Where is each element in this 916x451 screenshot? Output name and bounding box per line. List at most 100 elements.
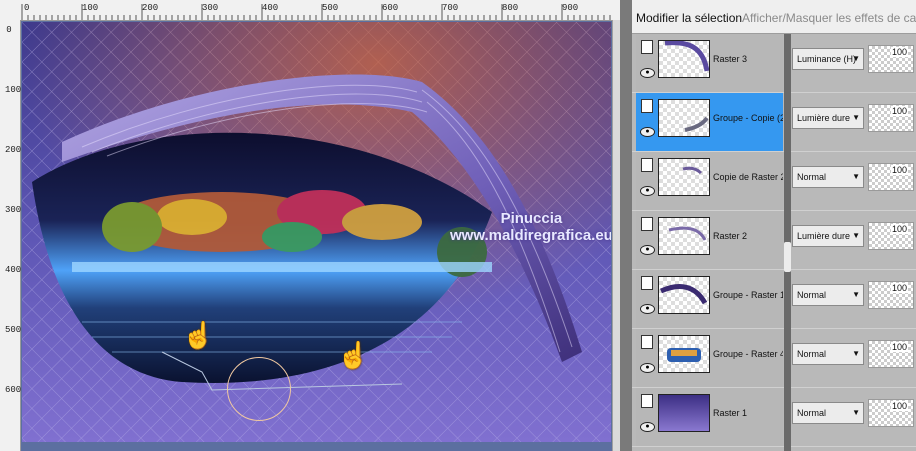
layer-thumbnail	[658, 99, 710, 137]
selection-circle[interactable]	[227, 357, 291, 421]
opacity-value: 100	[891, 165, 909, 175]
ruler-ticks	[21, 4, 611, 20]
layer-row[interactable]: ● Groupe - Copie (2) Lumière dure ▼ 100	[632, 93, 916, 152]
layers-scrollbar[interactable]	[784, 34, 791, 451]
blend-mode-value: Lumière dure	[797, 113, 851, 123]
blend-mode-dropdown[interactable]: Lumière dure ▼	[792, 225, 864, 247]
ruler-label: 600	[5, 385, 22, 395]
layer-page-icon	[641, 394, 653, 408]
layer-page-icon	[641, 158, 653, 172]
layer-thumbnail	[658, 217, 710, 255]
layers-list: ● Raster 3 Luminance (H) ▼ 100 ● Groupe …	[632, 34, 916, 447]
image-canvas[interactable]: Pinuccia www.maldiregrafica.eu ☝ ☝	[22, 22, 611, 442]
layer-name: Groupe - Copie (2)	[713, 113, 783, 123]
layer-name: Copie de Raster 2	[713, 172, 783, 182]
chevron-down-icon: ▼	[852, 113, 860, 122]
eye-icon[interactable]: ●	[640, 186, 655, 196]
eye-icon[interactable]: ●	[640, 68, 655, 78]
layer-page-icon	[641, 217, 653, 231]
scrollbar-handle[interactable]	[784, 242, 791, 272]
opacity-field[interactable]: 100	[868, 222, 914, 250]
layer-name-area[interactable]: ● Raster 1	[636, 388, 783, 446]
chevron-down-icon: ▼	[852, 349, 860, 358]
opacity-value: 100	[891, 342, 909, 352]
blend-mode-value: Luminance (H)	[797, 54, 857, 64]
blend-mode-dropdown[interactable]: Normal ▼	[792, 166, 864, 188]
layer-row[interactable]: ● Raster 2 Lumière dure ▼ 100	[632, 211, 916, 270]
opacity-value: 100	[891, 283, 909, 293]
chevron-down-icon: ▼	[852, 172, 860, 181]
chevron-down-icon: ▼	[852, 290, 860, 299]
layers-panel: Modifier la sélection Afficher/Masquer l…	[632, 0, 916, 451]
layer-row[interactable]: ● Raster 3 Luminance (H) ▼ 100	[632, 34, 916, 93]
chevron-down-icon: ▼	[852, 231, 860, 240]
pointing-hand-icon: ☝	[337, 340, 370, 370]
opacity-value: 100	[891, 224, 909, 234]
opacity-value: 100	[891, 106, 909, 116]
layer-row[interactable]: ● Groupe - Raster 1 Normal ▼ 100	[632, 270, 916, 329]
layer-row[interactable]: ● Raster 1 Normal ▼ 100	[632, 388, 916, 447]
blend-mode-dropdown[interactable]: Normal ▼	[792, 343, 864, 365]
layer-row[interactable]: ● Groupe - Raster 4 Normal ▼ 100	[632, 329, 916, 388]
layer-name: Raster 2	[713, 231, 748, 241]
layer-thumbnail	[658, 158, 710, 196]
layer-page-icon	[641, 40, 653, 54]
opacity-field[interactable]: 100	[868, 281, 914, 309]
eye-icon[interactable]: ●	[640, 127, 655, 137]
ruler-label: 400	[5, 265, 22, 275]
layer-name: Groupe - Raster 1	[713, 290, 783, 300]
ruler-label: 0	[6, 25, 12, 35]
blend-mode-value: Normal	[797, 290, 827, 300]
layer-name-area[interactable]: ● Raster 2	[636, 211, 783, 269]
blend-mode-value: Normal	[797, 349, 827, 359]
edit-selection-button[interactable]: Modifier la sélection	[636, 11, 742, 25]
layer-thumbnail	[658, 394, 710, 432]
vertical-ruler: 0 100 200 300 400 500 600	[0, 20, 21, 451]
opacity-field[interactable]: 100	[868, 399, 914, 427]
blend-mode-value: Lumière dure	[797, 231, 851, 241]
layer-name-area[interactable]: ● Groupe - Copie (2)	[636, 93, 783, 151]
panel-splitter[interactable]	[620, 0, 632, 451]
blend-mode-value: Normal	[797, 408, 827, 418]
opacity-field[interactable]: 100	[868, 104, 914, 132]
layer-page-icon	[641, 276, 653, 290]
layer-name-area[interactable]: ● Groupe - Raster 1	[636, 270, 783, 328]
layers-panel-header: Modifier la sélection Afficher/Masquer l…	[632, 0, 916, 34]
eye-icon[interactable]: ●	[640, 245, 655, 255]
layer-name-area[interactable]: ● Raster 3	[636, 34, 783, 92]
layer-page-icon	[641, 335, 653, 349]
opacity-field[interactable]: 100	[868, 340, 914, 368]
layer-name-area[interactable]: ● Copie de Raster 2	[636, 152, 783, 210]
eye-icon[interactable]: ●	[640, 363, 655, 373]
canvas-area[interactable]: 0 100 200 300 400 500 600 700 800 900 0 …	[0, 0, 621, 451]
toggle-layer-effects-button[interactable]: Afficher/Masquer les effets de calque	[742, 11, 916, 25]
chevron-down-icon: ▼	[852, 408, 860, 417]
layer-row[interactable]: ● Copie de Raster 2 Normal ▼ 100	[632, 152, 916, 211]
opacity-field[interactable]: 100	[868, 163, 914, 191]
blend-mode-dropdown[interactable]: Lumière dure ▼	[792, 107, 864, 129]
watermark-line-1: Pinuccia	[500, 210, 563, 227]
ruler-label: 300	[5, 205, 22, 215]
opacity-value: 100	[891, 401, 909, 411]
blend-mode-dropdown[interactable]: Normal ▼	[792, 402, 864, 424]
eye-icon[interactable]: ●	[640, 422, 655, 432]
ruler-label: 200	[5, 145, 22, 155]
pointing-hand-icon: ☝	[182, 320, 215, 350]
blend-mode-dropdown[interactable]: Normal ▼	[792, 284, 864, 306]
chevron-down-icon: ▼	[852, 54, 860, 63]
layer-thumbnail	[658, 276, 710, 314]
opacity-field[interactable]: 100	[868, 45, 914, 73]
blend-mode-dropdown[interactable]: Luminance (H) ▼	[792, 48, 864, 70]
opacity-value: 100	[891, 47, 909, 57]
eye-icon[interactable]: ●	[640, 304, 655, 314]
watermark-line-2: www.maldiregrafica.eu	[450, 227, 611, 244]
layer-name: Groupe - Raster 4	[713, 349, 783, 359]
layer-name: Raster 3	[713, 54, 748, 64]
watermark: Pinuccia www.maldiregrafica.eu	[450, 210, 611, 244]
layer-name-area[interactable]: ● Groupe - Raster 4	[636, 329, 783, 387]
layer-thumbnail	[658, 40, 710, 78]
ruler-label: 500	[5, 325, 22, 335]
layer-name: Raster 1	[713, 408, 748, 418]
blend-mode-value: Normal	[797, 172, 827, 182]
layer-page-icon	[641, 99, 653, 113]
